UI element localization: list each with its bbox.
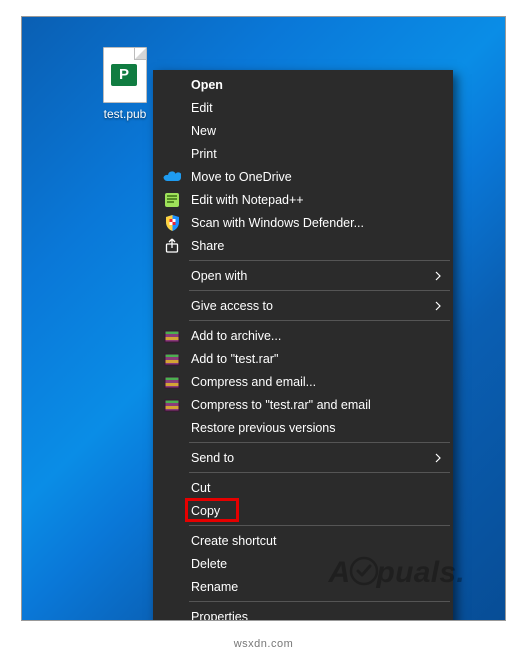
menu-add-to-archive[interactable]: Add to archive... [155, 324, 451, 347]
winrar-icon [163, 350, 181, 368]
chevron-right-icon [435, 453, 441, 463]
menu-separator [189, 442, 450, 443]
menu-print[interactable]: Print [155, 142, 451, 165]
menu-properties[interactable]: Properties [155, 605, 451, 621]
menu-new[interactable]: New [155, 119, 451, 142]
menu-open[interactable]: Open [155, 73, 451, 96]
menu-separator [189, 290, 450, 291]
desktop-wallpaper: P test.pub Open Edit New Print Move to O… [21, 16, 506, 621]
menu-cut[interactable]: Cut [155, 476, 451, 499]
notepadpp-icon [163, 191, 181, 209]
menu-separator [189, 525, 450, 526]
menu-separator [189, 320, 450, 321]
menu-separator [189, 472, 450, 473]
winrar-icon [163, 373, 181, 391]
publisher-file-icon: P [103, 47, 147, 103]
menu-move-onedrive[interactable]: Move to OneDrive [155, 165, 451, 188]
onedrive-icon [163, 168, 181, 186]
winrar-icon [163, 396, 181, 414]
menu-share[interactable]: Share [155, 234, 451, 257]
menu-compress-and-email[interactable]: Compress and email... [155, 370, 451, 393]
desktop-file-testpub[interactable]: P test.pub [90, 47, 160, 121]
menu-send-to[interactable]: Send to [155, 446, 451, 469]
menu-create-shortcut[interactable]: Create shortcut [155, 529, 451, 552]
chevron-right-icon [435, 271, 441, 281]
defender-shield-icon [163, 214, 181, 232]
menu-give-access-to[interactable]: Give access to [155, 294, 451, 317]
publisher-badge: P [111, 64, 137, 86]
menu-separator [189, 601, 450, 602]
checkmark-icon [349, 556, 379, 594]
menu-scan-defender[interactable]: Scan with Windows Defender... [155, 211, 451, 234]
menu-compress-testrar-email[interactable]: Compress to "test.rar" and email [155, 393, 451, 416]
menu-edit[interactable]: Edit [155, 96, 451, 119]
menu-open-with[interactable]: Open with [155, 264, 451, 287]
menu-separator [189, 260, 450, 261]
chevron-right-icon [435, 301, 441, 311]
menu-copy[interactable]: Copy [155, 499, 451, 522]
menu-restore-previous-versions[interactable]: Restore previous versions [155, 416, 451, 439]
menu-add-to-testrar[interactable]: Add to "test.rar" [155, 347, 451, 370]
desktop-file-label: test.pub [90, 107, 160, 121]
context-menu: Open Edit New Print Move to OneDrive Edi… [153, 70, 453, 621]
winrar-icon [163, 327, 181, 345]
share-icon [163, 237, 181, 255]
watermark-appuals: A puals. [329, 556, 465, 594]
source-caption: wsxdn.com [0, 638, 527, 650]
menu-edit-notepadpp[interactable]: Edit with Notepad++ [155, 188, 451, 211]
